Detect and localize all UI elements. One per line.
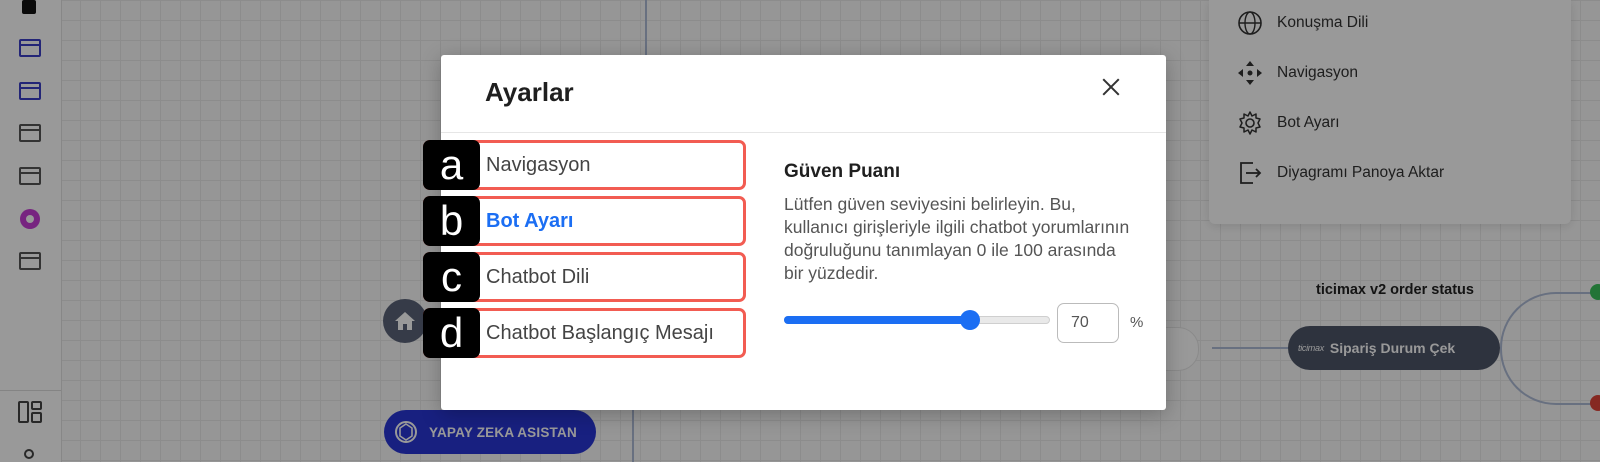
tab-badge: d [423,308,480,358]
tab-navigasyon[interactable]: a Navigasyon [423,140,746,190]
tab-chatbot-dili[interactable]: c Chatbot Dili [423,252,746,302]
tab-label: Chatbot Başlangıç Mesajı [486,322,714,344]
tab-badge: b [423,196,480,246]
modal-header: Ayarlar [441,55,1166,133]
tab-label: Navigasyon [486,154,591,176]
percent-unit: % [1130,314,1144,331]
tab-label: Chatbot Dili [486,266,590,288]
tab-badge: c [423,252,480,302]
confidence-slider[interactable] [784,310,1050,330]
confidence-title: Güven Puanı [784,161,901,182]
slider-thumb[interactable] [960,310,980,330]
tab-badge: a [423,140,480,190]
tab-chatbot-baslangic-mesaji[interactable]: d Chatbot Başlangıç Mesajı [423,308,746,358]
slider-fill [784,316,970,324]
tab-label: Bot Ayarı [486,210,574,232]
confidence-description: Lütfen güven seviyesini belirleyin. Bu, … [784,194,1130,283]
tab-bot-ayari[interactable]: b Bot Ayarı [423,196,746,246]
confidence-input[interactable] [1057,303,1119,343]
settings-modal: Ayarlar a Navigasyon b Bot Ayarı c Chatb… [423,55,1166,410]
modal-title: Ayarlar [485,77,574,107]
close-icon[interactable] [1096,72,1126,102]
